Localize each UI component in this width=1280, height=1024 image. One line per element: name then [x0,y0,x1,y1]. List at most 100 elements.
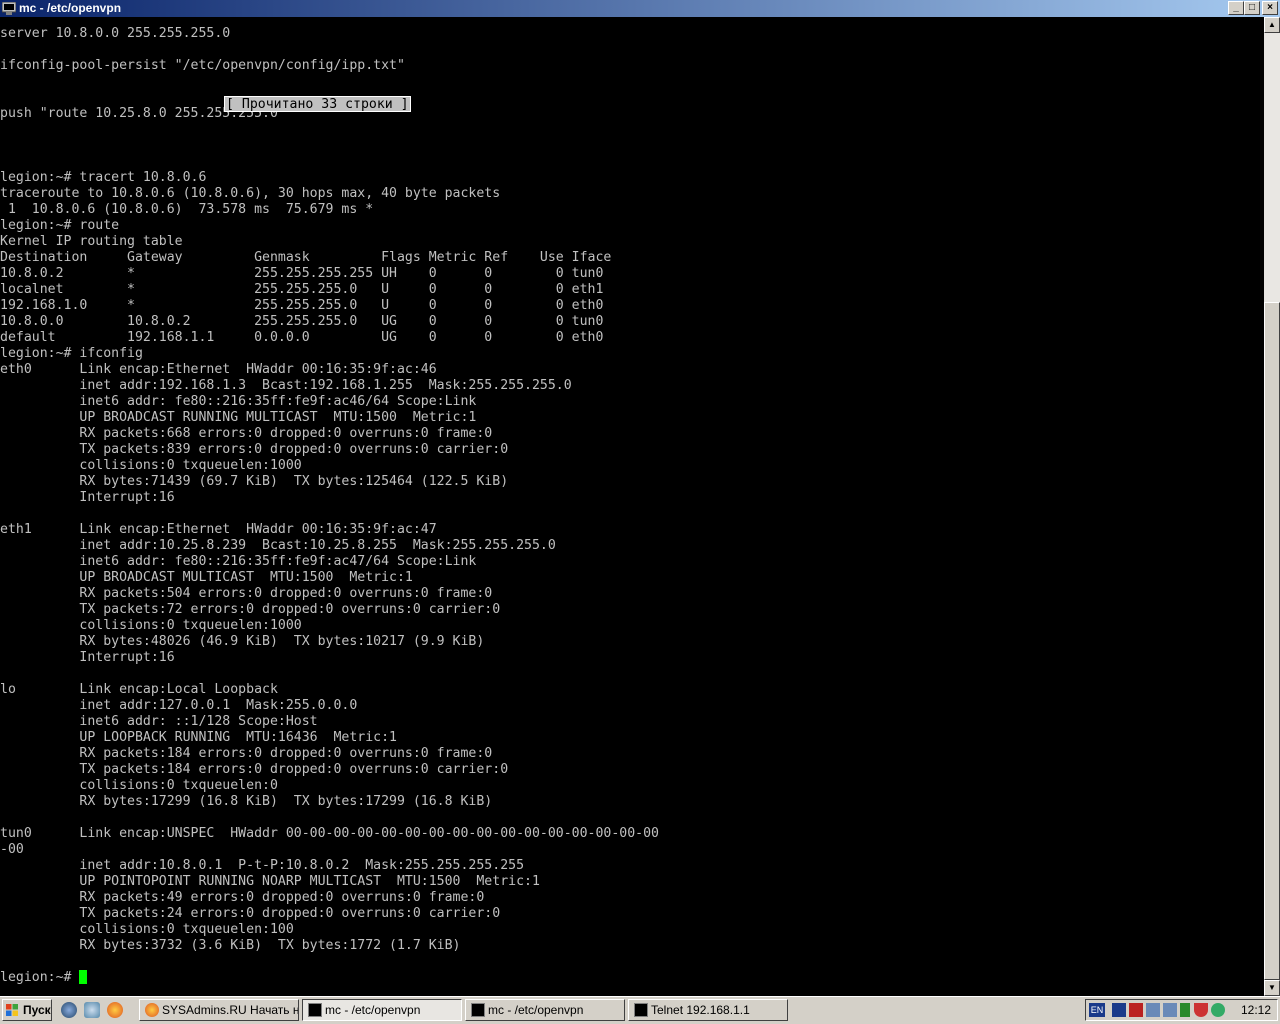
terminal-line: inet addr:192.168.1.3 Bcast:192.168.1.25… [0,378,572,393]
terminal-line: TX packets:24 errors:0 dropped:0 overrun… [0,906,501,921]
terminal-line: tun0 Link encap:UNSPEC HWaddr 00-00-00-0… [0,826,659,841]
terminal-line: Interrupt:16 [0,650,175,665]
terminal-line: server 10.8.0.0 255.255.255.0 [0,26,231,41]
terminal-line: inet addr:10.8.0.1 P-t-P:10.8.0.2 Mask:2… [0,858,525,873]
terminal-line: -00 [0,842,24,857]
task-button-mc-active[interactable]: mc - /etc/openvpn [302,999,462,1021]
shell-prompt: legion:~# [0,970,80,985]
window-title: mc - /etc/openvpn [19,1,122,15]
terminal-line: RX packets:504 errors:0 dropped:0 overru… [0,586,493,601]
terminal-line: inet6 addr: ::1/128 Scope:Host [0,714,318,729]
terminal-line: TX packets:839 errors:0 dropped:0 overru… [0,442,509,457]
maximize-button[interactable]: □ [1244,1,1260,15]
terminal-line: Kernel IP routing table [0,234,183,249]
terminal-line: UP BROADCAST MULTICAST MTU:1500 Metric:1 [0,570,413,585]
clock: 12:12 [1240,1003,1271,1017]
terminal-line: RX packets:49 errors:0 dropped:0 overrun… [0,890,485,905]
terminal-line: legion:~# tracert 10.8.0.6 [0,170,207,185]
task-button-firefox[interactable]: SYSAdmins.RU Начать н... [139,999,299,1021]
terminal-icon [308,1003,322,1017]
terminal-icon [634,1003,648,1017]
terminal-line: UP LOOPBACK RUNNING MTU:16436 Metric:1 [0,730,397,745]
text-cursor [79,970,88,984]
terminal-line: 10.8.0.2 * 255.255.255.255 UH 0 0 0 tun0 [0,266,604,281]
firefox-icon [145,1003,159,1017]
terminal-line: legion:~# ifconfig [0,346,143,361]
network-icon[interactable] [1146,1003,1160,1017]
network-icon[interactable] [1163,1003,1177,1017]
terminal-line: inet6 addr: fe80::216:35ff:fe9f:ac47/64 … [0,554,477,569]
task-button-mc[interactable]: mc - /etc/openvpn [465,999,625,1021]
terminal-line: TX packets:72 errors:0 dropped:0 overrun… [0,602,501,617]
terminal-line: TX packets:184 errors:0 dropped:0 overru… [0,762,509,777]
terminal-line: 1 10.8.0.6 (10.8.0.6) 73.578 ms 75.679 m… [0,202,374,217]
media-player-icon[interactable] [1112,1003,1126,1017]
task-label: Telnet 192.168.1.1 [651,1003,750,1017]
terminal-line: collisions:0 txqueuelen:100 [0,922,294,937]
task-button-telnet[interactable]: Telnet 192.168.1.1 [628,999,788,1021]
show-desktop-icon[interactable] [84,1002,100,1018]
terminal-line: legion:~# route [0,218,120,233]
terminal-line: push "route 10.25.8.0 255.255.255.0" [0,106,286,121]
terminal-line: inet addr:10.25.8.239 Bcast:10.25.8.255 … [0,538,556,553]
terminal-line: RX bytes:17299 (16.8 KiB) TX bytes:17299… [0,794,493,809]
terminal-output[interactable]: server 10.8.0.0 255.255.255.0 ifconfig-po… [0,26,1264,996]
terminal-icon [471,1003,485,1017]
scroll-up-icon[interactable]: ▲ [1264,17,1280,33]
title-bar[interactable]: mc - /etc/openvpn _ □ × [0,0,1280,17]
prompt-line[interactable]: legion:~# [0,970,1264,986]
terminal-line: RX bytes:48026 (46.9 KiB) TX bytes:10217… [0,634,485,649]
system-tray: EN 12:12 [1085,999,1278,1021]
terminal-line: inet addr:127.0.0.1 Mask:255.0.0.0 [0,698,358,713]
windows-logo-icon [6,1004,18,1016]
vertical-scrollbar[interactable]: ▲ ▼ [1264,17,1280,996]
task-label: SYSAdmins.RU Начать н... [162,1003,299,1017]
terminal-line: default 192.168.1.1 0.0.0.0 UG 0 0 0 eth… [0,330,604,345]
terminal-line: 192.168.1.0 * 255.255.255.0 U 0 0 0 eth0 [0,298,604,313]
terminal-line: inet6 addr: fe80::216:35ff:fe9f:ac46/64 … [0,394,477,409]
terminal-line: ifconfig-pool-persist "/etc/openvpn/conf… [0,58,405,73]
firefox-icon[interactable] [107,1002,123,1018]
terminal-line: UP BROADCAST RUNNING MULTICAST MTU:1500 … [0,410,477,425]
terminal-line: lo Link encap:Local Loopback [0,682,278,697]
terminal-line: Destination Gateway Genmask Flags Metric… [0,250,612,265]
terminal-line: Interrupt:16 [0,490,175,505]
shield-icon[interactable] [1194,1003,1208,1017]
scroll-down-icon[interactable]: ▼ [1264,980,1280,996]
internet-explorer-icon[interactable] [61,1002,77,1018]
performance-icon[interactable] [1180,1003,1190,1017]
terminal-line: RX packets:668 errors:0 dropped:0 overru… [0,426,493,441]
start-button[interactable]: Пуск [2,999,52,1021]
minimize-button[interactable]: _ [1228,1,1244,15]
taskbar: Пуск SYSAdmins.RU Начать н... mc - /etc/… [0,996,1280,1024]
task-label: mc - /etc/openvpn [488,1003,584,1017]
terminal-line: RX packets:184 errors:0 dropped:0 overru… [0,746,493,761]
terminal-line: UP POINTOPOINT RUNNING NOARP MULTICAST M… [0,874,540,889]
terminal-line: eth0 Link encap:Ethernet HWaddr 00:16:35… [0,362,437,377]
terminal-line: collisions:0 txqueuelen:0 [0,778,278,793]
update-icon[interactable] [1211,1003,1225,1017]
terminal-line: collisions:0 txqueuelen:1000 [0,618,302,633]
terminal-app-icon [2,2,16,15]
close-button[interactable]: × [1262,1,1278,15]
terminal-line: RX bytes:71439 (69.7 KiB) TX bytes:12546… [0,474,509,489]
terminal-line: 10.8.0.0 10.8.0.2 255.255.255.0 UG 0 0 0… [0,314,604,329]
terminal-line: collisions:0 txqueuelen:1000 [0,458,302,473]
terminal-line: traceroute to 10.8.0.6 (10.8.0.6), 30 ho… [0,186,501,201]
scroll-thumb[interactable] [1264,302,1280,980]
network-disconnected-icon[interactable] [1129,1003,1143,1017]
terminal-line: localnet * 255.255.255.0 U 0 0 0 eth1 [0,282,604,297]
language-indicator[interactable]: EN [1089,1003,1105,1017]
terminal-line: RX bytes:3732 (3.6 KiB) TX bytes:1772 (1… [0,938,461,953]
terminal-line: eth1 Link encap:Ethernet HWaddr 00:16:35… [0,522,437,537]
